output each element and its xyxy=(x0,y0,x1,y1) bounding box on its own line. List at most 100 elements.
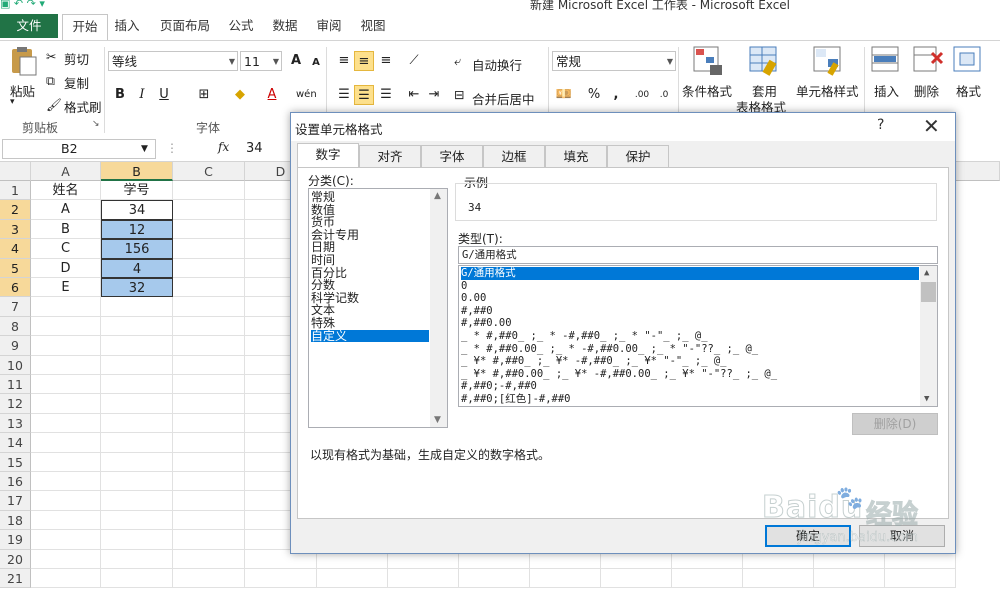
column-header-right[interactable] xyxy=(956,162,1000,181)
sheet-cell[interactable] xyxy=(814,569,885,589)
tab-fill[interactable]: 填充 xyxy=(545,145,607,167)
delete-button[interactable]: 删除 xyxy=(914,81,939,100)
row-header[interactable]: 7 xyxy=(0,297,31,317)
sheet-cell[interactable] xyxy=(101,472,173,492)
decrease-decimal-icon[interactable]: .0 xyxy=(654,85,674,105)
sheet-cell[interactable] xyxy=(245,569,317,589)
tab-data[interactable]: 数据 xyxy=(266,14,304,38)
sheet-cell[interactable] xyxy=(31,452,101,472)
select-all-corner[interactable] xyxy=(0,162,31,181)
sheet-cell[interactable] xyxy=(31,569,101,589)
number-format-select[interactable]: 常规 ▼ xyxy=(552,51,676,71)
sheet-cell[interactable]: A xyxy=(31,200,101,220)
align-bottom-icon[interactable]: ≡ xyxy=(376,51,396,71)
sheet-cell[interactable] xyxy=(31,549,101,569)
row-header[interactable]: 15 xyxy=(0,452,31,472)
sheet-cell[interactable] xyxy=(173,200,245,220)
tab-alignment[interactable]: 对齐 xyxy=(359,145,421,167)
row-header[interactable]: 9 xyxy=(0,336,31,356)
sheet-cell[interactable] xyxy=(530,569,601,589)
increase-decimal-icon[interactable]: .00 xyxy=(632,85,652,105)
category-item[interactable]: 自定义 xyxy=(311,329,429,343)
format-item[interactable]: #,##0;-#,##0 xyxy=(461,380,919,393)
sheet-cell[interactable] xyxy=(173,510,245,531)
borders-icon[interactable]: ⊞ xyxy=(194,85,214,105)
sheet-cell[interactable] xyxy=(173,297,245,317)
format-item[interactable]: G/通用格式 xyxy=(461,267,919,280)
category-item[interactable]: 特殊 xyxy=(311,317,429,330)
quick-access-toolbar[interactable]: ▣ ↶ ↷ ▾ xyxy=(0,0,45,10)
sheet-cell[interactable] xyxy=(101,394,173,414)
format-scrollbar[interactable]: ▲ ▼ xyxy=(920,266,937,406)
shrink-font-button[interactable]: A xyxy=(306,53,326,73)
sheet-cell[interactable]: D xyxy=(31,258,101,278)
sheet-cell[interactable] xyxy=(31,433,101,453)
type-input[interactable]: G/通用格式 xyxy=(458,246,938,264)
column-header-c[interactable]: C xyxy=(173,162,245,181)
sheet-cell[interactable] xyxy=(31,355,101,375)
bold-button[interactable]: B xyxy=(110,85,130,105)
scroll-down-icon[interactable]: ▼ xyxy=(924,394,929,404)
sheet-cell[interactable] xyxy=(101,316,173,337)
underline-button[interactable]: U xyxy=(154,85,174,105)
sheet-cell[interactable] xyxy=(173,569,245,589)
sheet-cell[interactable] xyxy=(173,413,245,434)
sheet-cell[interactable]: 156 xyxy=(101,239,173,259)
scroll-up-icon[interactable]: ▲ xyxy=(924,268,929,278)
sheet-cell[interactable] xyxy=(173,278,245,298)
wrap-text-button[interactable]: 自动换行 xyxy=(472,55,522,74)
sheet-cell[interactable] xyxy=(173,316,245,337)
comma-button[interactable]: , xyxy=(606,85,626,105)
sheet-cell[interactable]: 12 xyxy=(101,219,173,240)
sheet-cell[interactable] xyxy=(173,375,245,395)
sheet-cell[interactable] xyxy=(31,413,101,434)
fill-color-icon[interactable]: ◆ xyxy=(230,85,250,105)
tab-insert[interactable]: 插入 xyxy=(108,14,146,38)
row-header[interactable]: 1 xyxy=(0,181,31,201)
row-header[interactable]: 3 xyxy=(0,219,31,240)
align-center-icon[interactable]: ☰ xyxy=(354,85,374,105)
font-size-select[interactable]: 11 ▼ xyxy=(240,51,282,71)
format-item[interactable]: #,##0 xyxy=(461,305,919,318)
percent-button[interactable]: % xyxy=(584,85,604,105)
format-painter-button[interactable]: 格式刷 xyxy=(64,97,102,116)
orientation-icon[interactable]: ⟋ xyxy=(404,51,424,71)
row-header[interactable]: 14 xyxy=(0,433,31,453)
sheet-cell[interactable]: 学号 xyxy=(101,181,173,201)
category-list[interactable]: ▲ ▼ 常规 数值 货币 会计专用 日期 时间 百分比 分数 科学记数 文本 特殊 自定义 xyxy=(308,188,448,428)
tab-home[interactable]: 开始 xyxy=(62,14,108,41)
sheet-cell[interactable] xyxy=(173,355,245,375)
tab-number[interactable]: 数字 xyxy=(297,143,359,168)
category-scrollbar[interactable]: ▲ ▼ xyxy=(430,189,447,427)
sheet-cell[interactable] xyxy=(31,491,101,511)
scroll-down-icon[interactable]: ▼ xyxy=(434,415,441,425)
sheet-cell[interactable] xyxy=(101,530,173,550)
column-header-a[interactable]: A xyxy=(31,162,101,181)
sheet-cell[interactable] xyxy=(101,433,173,453)
sheet-cell[interactable] xyxy=(173,239,245,259)
conditional-formatting-button[interactable]: 条件格式 xyxy=(682,81,732,100)
paste-dropdown-icon[interactable]: ▾ xyxy=(10,97,15,107)
font-name-select[interactable]: 等线 ▼ xyxy=(108,51,238,71)
sheet-cell[interactable] xyxy=(101,413,173,434)
row-header[interactable]: 12 xyxy=(0,394,31,414)
row-header[interactable]: 17 xyxy=(0,491,31,511)
sheet-cell[interactable] xyxy=(173,394,245,414)
sheet-cell[interactable] xyxy=(31,472,101,492)
phonetic-button[interactable]: wén xyxy=(296,85,317,105)
tab-page-layout[interactable]: 页面布局 xyxy=(152,14,218,38)
copy-button[interactable]: 复制 xyxy=(64,73,89,92)
formula-input[interactable]: 34 xyxy=(246,141,263,156)
tab-protection[interactable]: 保护 xyxy=(607,145,669,167)
row-header[interactable]: 10 xyxy=(0,355,31,375)
row-header[interactable]: 4 xyxy=(0,239,31,259)
align-top-icon[interactable]: ≡ xyxy=(334,51,354,71)
name-box[interactable]: B2 ▼ xyxy=(2,139,156,159)
format-item[interactable]: #,##0;[红色]-#,##0 xyxy=(461,393,919,406)
merge-center-button[interactable]: 合并后居中 xyxy=(472,89,535,108)
sheet-cell[interactable] xyxy=(885,569,956,589)
category-item[interactable]: 时间 xyxy=(311,254,429,267)
row-header[interactable]: 11 xyxy=(0,375,31,395)
row-header[interactable]: 16 xyxy=(0,472,31,492)
sheet-cell[interactable] xyxy=(31,375,101,395)
